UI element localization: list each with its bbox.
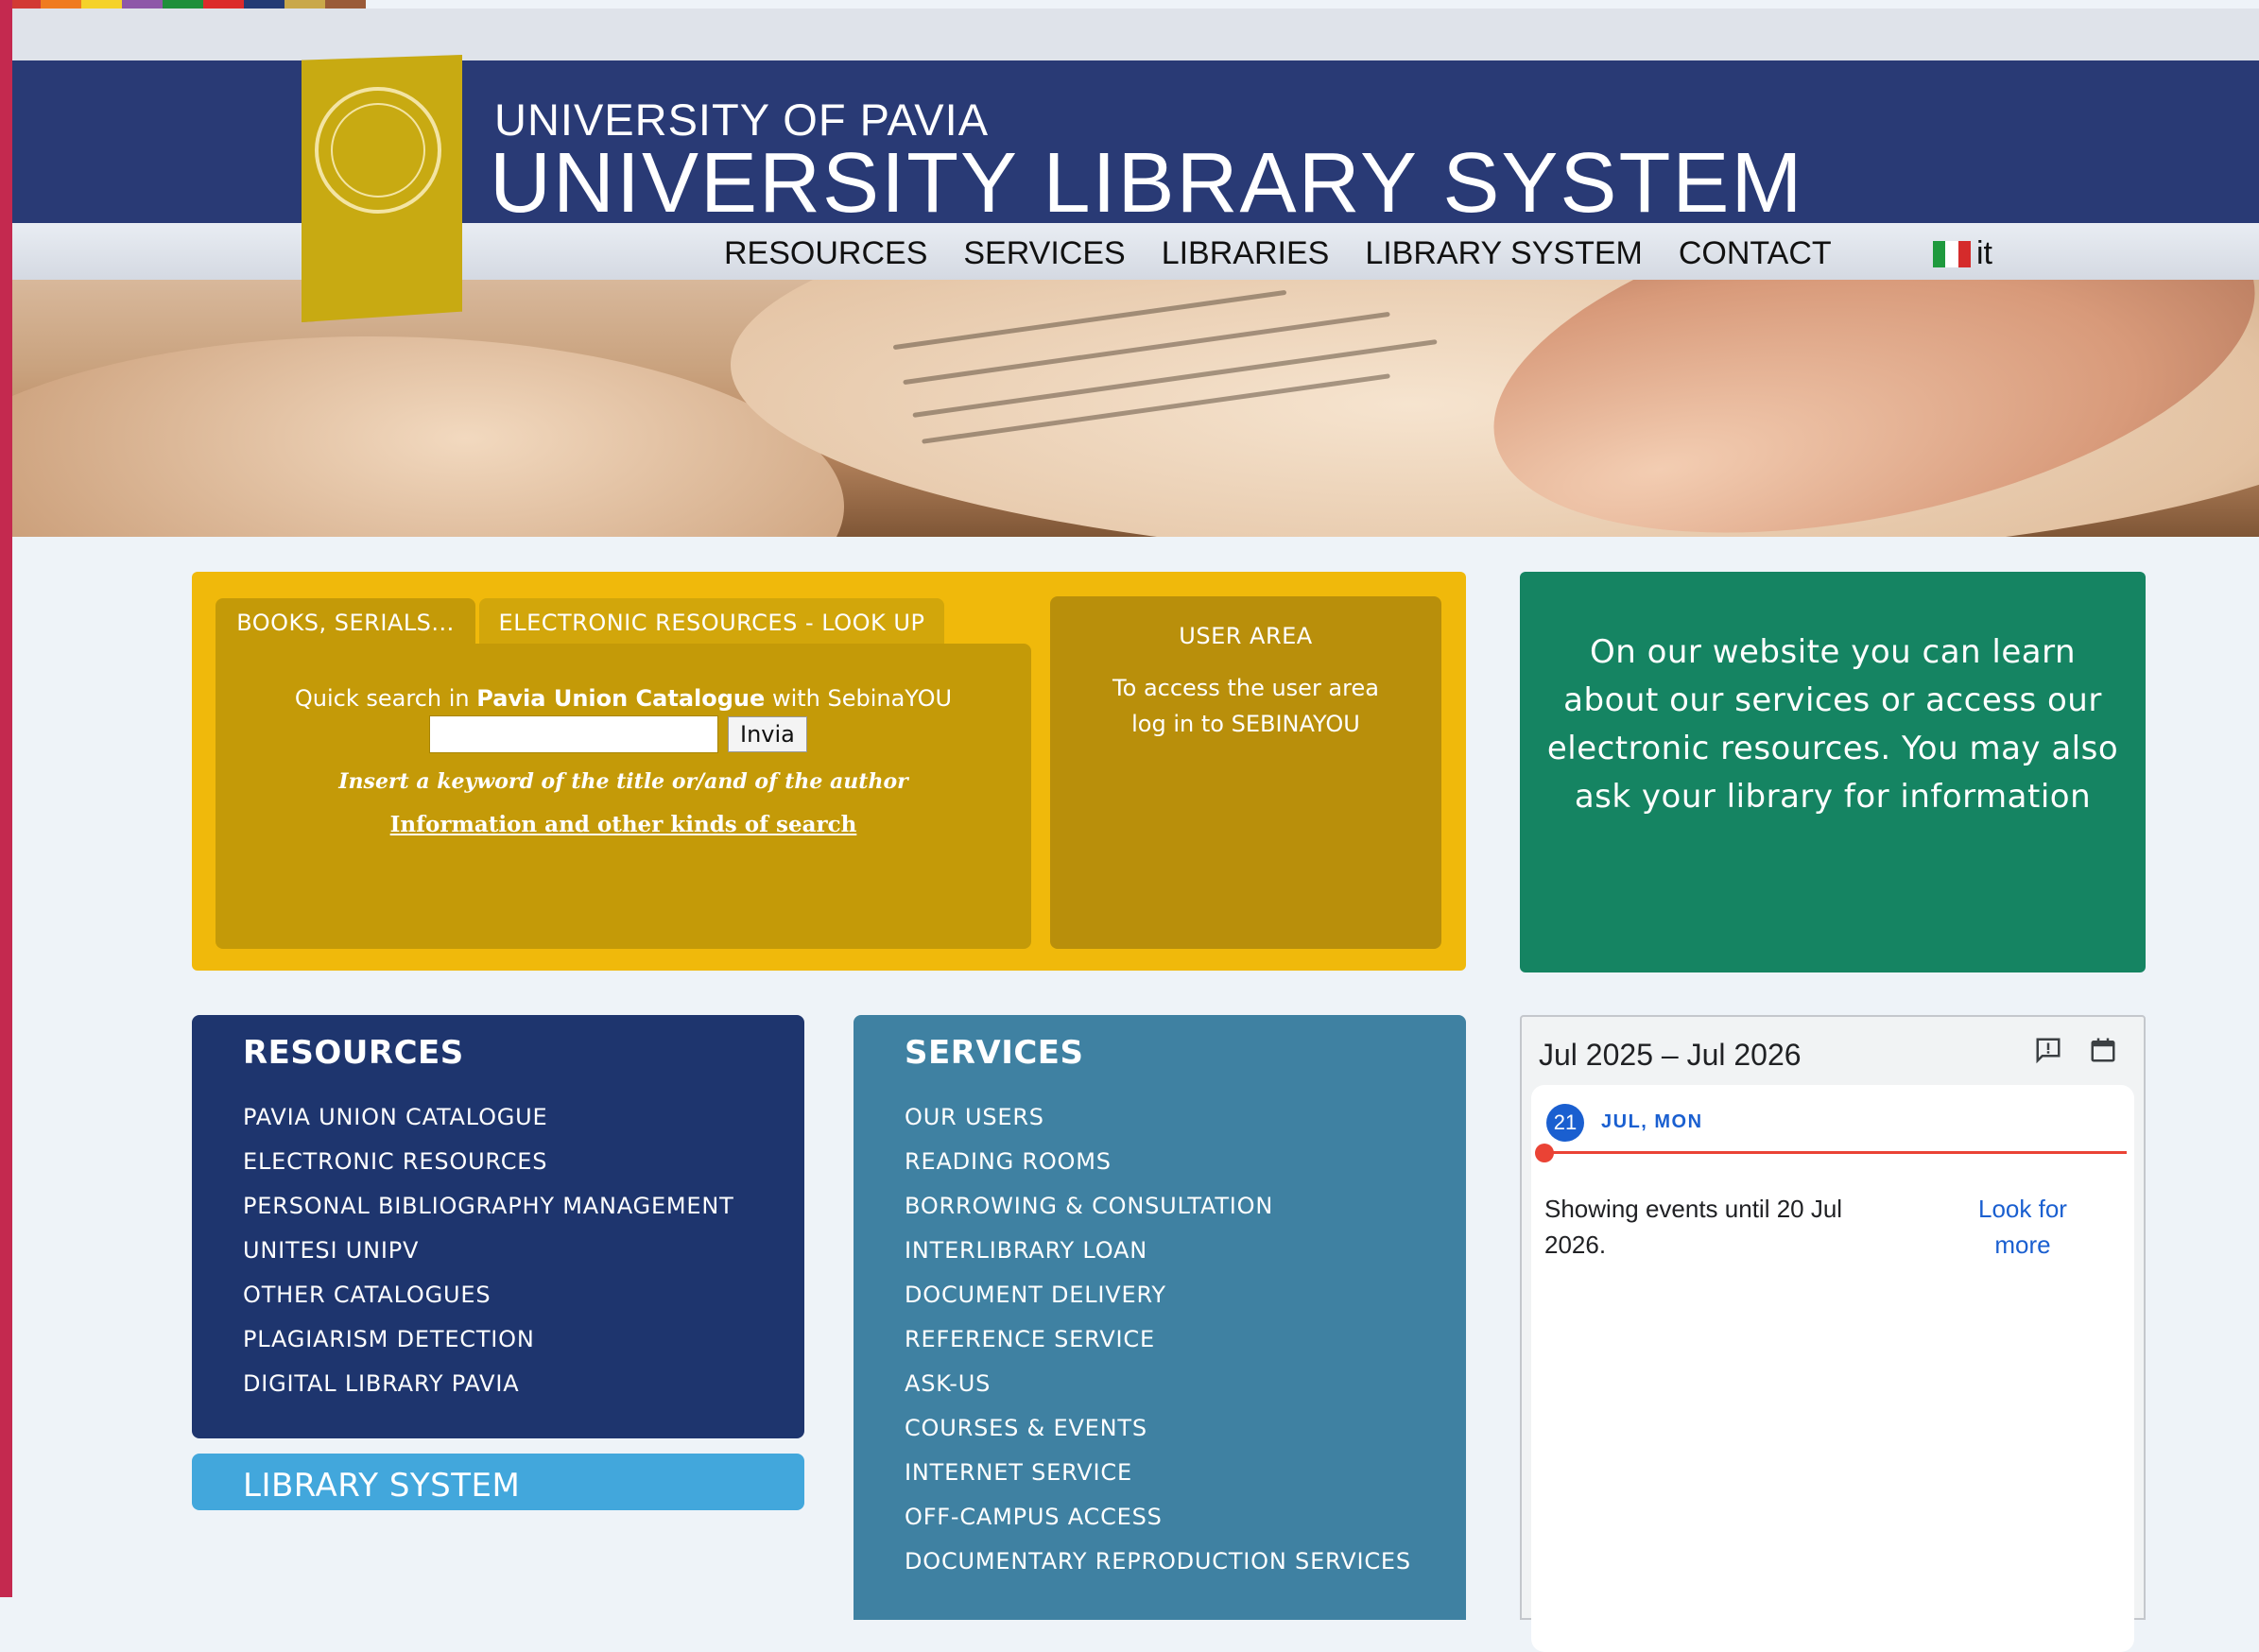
resources-item[interactable]: PAVIA UNION CATALOGUE	[243, 1104, 734, 1148]
services-item[interactable]: OFF-CAMPUS ACCESS	[905, 1504, 1411, 1548]
search-submit-button[interactable]: Invia	[728, 716, 807, 752]
library-system-card[interactable]: LIBRARY SYSTEM	[192, 1454, 804, 1510]
user-area-text: To access the user area log in to SEBINA…	[1050, 670, 1441, 742]
resources-title[interactable]: RESOURCES	[243, 1034, 464, 1072]
resources-item[interactable]: PLAGIARISM DETECTION	[243, 1326, 734, 1370]
nav-contact[interactable]: CONTACT	[1679, 235, 1832, 272]
services-item[interactable]: INTERLIBRARY LOAN	[905, 1237, 1411, 1282]
main-nav: RESOURCES SERVICES LIBRARIES LIBRARY SYS…	[724, 235, 1832, 272]
calendar-message: Showing events until 20 Jul 2026.	[1544, 1195, 1843, 1259]
stripe-segment	[244, 0, 285, 9]
catalogue-name: Pavia Union Catalogue	[476, 685, 766, 712]
search-box: Quick search in Pavia Union Catalogue wi…	[216, 644, 1031, 949]
quick-search-suffix: with SebinaYOU	[771, 685, 953, 712]
services-item[interactable]: ASK-US	[905, 1370, 1411, 1415]
resources-item[interactable]: OTHER CATALOGUES	[243, 1282, 734, 1326]
services-item[interactable]: OUR USERS	[905, 1104, 1411, 1148]
university-ribbon[interactable]	[302, 55, 462, 322]
stripe-segment	[41, 0, 81, 9]
quick-search-prefix: Quick search in	[294, 685, 470, 712]
site-header: UNIVERSITY OF PAVIA UNIVERSITY LIBRARY S…	[12, 9, 2259, 537]
university-seal-icon	[315, 87, 441, 214]
search-row: Invia	[429, 715, 807, 753]
services-item[interactable]: READING ROOMS	[905, 1148, 1411, 1193]
stripe-segment	[163, 0, 203, 9]
resources-card: RESOURCES PAVIA UNION CATALOGUE ELECTRON…	[192, 1015, 804, 1438]
resources-item[interactable]: DIGITAL LIBRARY PAVIA	[243, 1370, 734, 1415]
italian-flag-icon	[1933, 240, 1971, 267]
resources-item[interactable]: PERSONAL BIBLIOGRAPHY MANAGEMENT	[243, 1193, 734, 1237]
search-input[interactable]	[429, 715, 718, 753]
services-item[interactable]: DOCUMENTARY REPRODUCTION SERVICES	[905, 1548, 1411, 1592]
color-stripe	[0, 0, 366, 9]
services-card: SERVICES OUR USERS READING ROOMS BORROWI…	[854, 1015, 1466, 1620]
user-area-title: USER AREA	[1179, 623, 1313, 649]
tab-books-serials[interactable]: BOOKS, SERIALS...	[216, 598, 475, 647]
stripe-segment	[285, 0, 325, 9]
quick-search-label: Quick search in Pavia Union Catalogue wi…	[216, 685, 1031, 712]
stripe-segment	[81, 0, 122, 9]
services-item[interactable]: BORROWING & CONSULTATION	[905, 1193, 1411, 1237]
user-area-line: log in to SEBINAYOU	[1131, 711, 1360, 737]
site-title[interactable]: UNIVERSITY LIBRARY SYSTEM	[490, 135, 1803, 232]
user-area-line: To access the user area	[1112, 675, 1379, 701]
look-for-more-link[interactable]: Look for more	[1957, 1191, 2089, 1263]
nav-library-system[interactable]: LIBRARY SYSTEM	[1365, 235, 1643, 272]
nav-resources[interactable]: RESOURCES	[724, 235, 927, 272]
tab-electronic-resources[interactable]: ELECTRONIC RESOURCES - LOOK UP	[479, 598, 944, 647]
services-item[interactable]: DOCUMENT DELIVERY	[905, 1282, 1411, 1326]
resources-item[interactable]: UNITESI UNIPV	[243, 1237, 734, 1282]
calendar-range: Jul 2025 – Jul 2026	[1539, 1038, 1802, 1072]
stripe-segment	[325, 0, 366, 9]
search-hint: Insert a keyword of the title or/and of …	[338, 769, 908, 794]
language-label: it	[1976, 235, 1992, 271]
services-item[interactable]: COURSES & EVENTS	[905, 1415, 1411, 1459]
resources-item[interactable]: ELECTRONIC RESOURCES	[243, 1148, 734, 1193]
services-title[interactable]: SERVICES	[905, 1034, 1084, 1072]
calendar-icon[interactable]	[2089, 1036, 2117, 1064]
info-card: On our website you can learn about our s…	[1520, 572, 2146, 972]
events-calendar: Jul 2025 – Jul 2026 21 JUL, MON Showing …	[1520, 1015, 2146, 1652]
stripe-segment	[122, 0, 163, 9]
current-time-dot	[1535, 1144, 1554, 1162]
resources-list: PAVIA UNION CATALOGUE ELECTRONIC RESOURC…	[243, 1104, 734, 1415]
search-panel: BOOKS, SERIALS... ELECTRONIC RESOURCES -…	[192, 572, 1466, 971]
current-time-line	[1543, 1151, 2127, 1154]
feedback-icon[interactable]	[2034, 1036, 2062, 1064]
calendar-body: 21 JUL, MON Showing events until 20 Jul …	[1531, 1085, 2134, 1652]
nav-services[interactable]: SERVICES	[963, 235, 1125, 272]
services-item[interactable]: REFERENCE SERVICE	[905, 1326, 1411, 1370]
user-area[interactable]: USER AREA To access the user area log in…	[1050, 596, 1441, 949]
day-badge[interactable]: 21	[1546, 1104, 1584, 1142]
left-accent-bar	[0, 0, 12, 1597]
services-item[interactable]: INTERNET SERVICE	[905, 1459, 1411, 1504]
nav-libraries[interactable]: LIBRARIES	[1162, 235, 1330, 272]
seal-inner-ring	[331, 103, 425, 198]
search-info-link[interactable]: Information and other kinds of search	[216, 812, 1031, 837]
stripe-segment	[203, 0, 244, 9]
language-switch[interactable]: it	[1933, 235, 1992, 272]
services-list: OUR USERS READING ROOMS BORROWING & CONS…	[905, 1104, 1411, 1592]
book-page-left	[12, 336, 844, 537]
day-label[interactable]: JUL, MON	[1601, 1111, 1703, 1133]
